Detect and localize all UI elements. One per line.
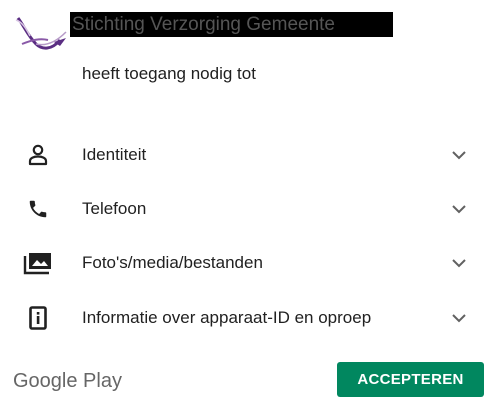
chevron-down-icon[interactable] bbox=[450, 200, 468, 218]
permission-row-phone[interactable]: Telefoon bbox=[0, 184, 485, 234]
chevron-down-icon[interactable] bbox=[450, 309, 468, 327]
chevron-down-icon[interactable] bbox=[450, 254, 468, 272]
permission-row-device-info[interactable]: Informatie over apparaat-ID en oproep bbox=[0, 293, 485, 343]
device-info-icon bbox=[23, 305, 53, 331]
chevron-down-icon[interactable] bbox=[450, 146, 468, 164]
person-icon bbox=[23, 142, 53, 168]
app-name: Stichting Verzorging Gemeente bbox=[72, 14, 335, 35]
permission-label: Telefoon bbox=[82, 199, 147, 218]
permission-row-identity[interactable]: Identiteit bbox=[0, 130, 485, 180]
phone-icon bbox=[23, 196, 53, 222]
app-logo bbox=[14, 10, 72, 66]
accept-button[interactable]: ACCEPTEREN bbox=[337, 362, 484, 397]
permission-label: Foto's/media/bestanden bbox=[82, 253, 263, 272]
permission-label: Informatie over apparaat-ID en oproep bbox=[82, 308, 372, 327]
google-play-brand: Google Play bbox=[13, 370, 122, 392]
access-subtitle: heeft toegang nodig tot bbox=[82, 64, 256, 83]
permission-row-photos-media[interactable]: Foto's/media/bestanden bbox=[0, 238, 485, 288]
permission-label: Identiteit bbox=[82, 145, 147, 164]
photos-icon bbox=[23, 250, 53, 276]
